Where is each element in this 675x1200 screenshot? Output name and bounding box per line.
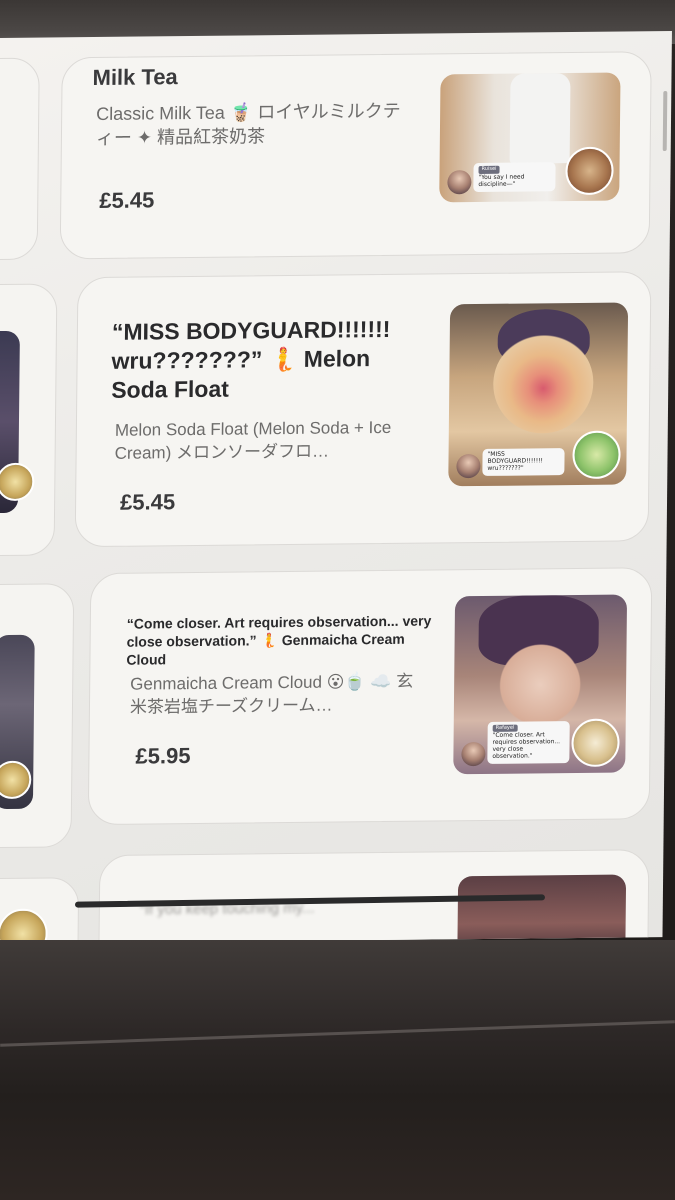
drink-badge-icon (0, 908, 48, 945)
side-product-card[interactable] (0, 57, 40, 261)
product-image: "MISS BODYGUARD!!!!!!! wru???????" (448, 302, 629, 487)
product-description: Classic Milk Tea 🧋 ロイヤルミルクティー ✦ 精品紅茶奶茶 (95, 100, 401, 149)
chat-bubble-icon: "MISS BODYGUARD!!!!!!! wru???????" (482, 448, 565, 476)
character-avatar-icon (447, 170, 472, 195)
chat-bubble-icon: Rafayel "Come closer. Art requires obser… (487, 720, 570, 764)
character-avatar-icon (456, 453, 481, 479)
product-card-melon-soda-float[interactable]: “MISS BODYGUARD!!!!!!! wru???????” 🧜 Mel… (74, 271, 652, 548)
product-price: £5.45 (99, 187, 155, 213)
product-description: Genmaicha Cream Cloud 😮🍵 ☁️ 玄米茶岩塩チーズクリーム… (129, 671, 414, 717)
drink-badge-icon (0, 462, 35, 502)
product-card-genmaicha-cream-cloud[interactable]: “Come closer. Art requires observation..… (87, 567, 653, 826)
side-product-card[interactable] (0, 583, 75, 849)
product-image: Ruisei "You say I need discipline—" (439, 72, 621, 203)
product-title: “MISS BODYGUARD!!!!!!! wru???????” 🧜 Mel… (111, 315, 391, 403)
product-image (457, 874, 627, 945)
product-card-milk-tea[interactable]: Milk Tea Classic Milk Tea 🧋 ロイヤルミルクティー ✦… (59, 51, 652, 260)
chat-bubble-icon: Ruisei "You say I need discipline—" (473, 162, 556, 193)
side-product-card[interactable] (0, 877, 80, 945)
drink-badge-icon (571, 718, 620, 768)
menu-screen: Milk Tea Classic Milk Tea 🧋 ロイヤルミルクティー ✦… (0, 30, 672, 945)
photo-frame: Milk Tea Classic Milk Tea 🧋 ロイヤルミルクティー ✦… (0, 0, 675, 1200)
scroll-indicator[interactable] (662, 91, 668, 152)
product-title: Milk Tea (92, 64, 178, 91)
drink-badge-icon (565, 146, 614, 196)
product-price: £5.45 (119, 489, 176, 515)
product-title: “Come closer. Art requires observation..… (126, 612, 432, 668)
character-avatar-icon (461, 741, 486, 767)
product-price: £5.95 (135, 743, 191, 769)
product-image: Rafayel "Come closer. Art requires obser… (453, 594, 628, 775)
product-description: Melon Soda Float (Melon Soda + Ice Cream… (114, 417, 392, 463)
drink-badge-icon (572, 430, 621, 480)
side-product-card[interactable] (0, 283, 58, 557)
device-bezel-bottom (0, 940, 675, 1200)
